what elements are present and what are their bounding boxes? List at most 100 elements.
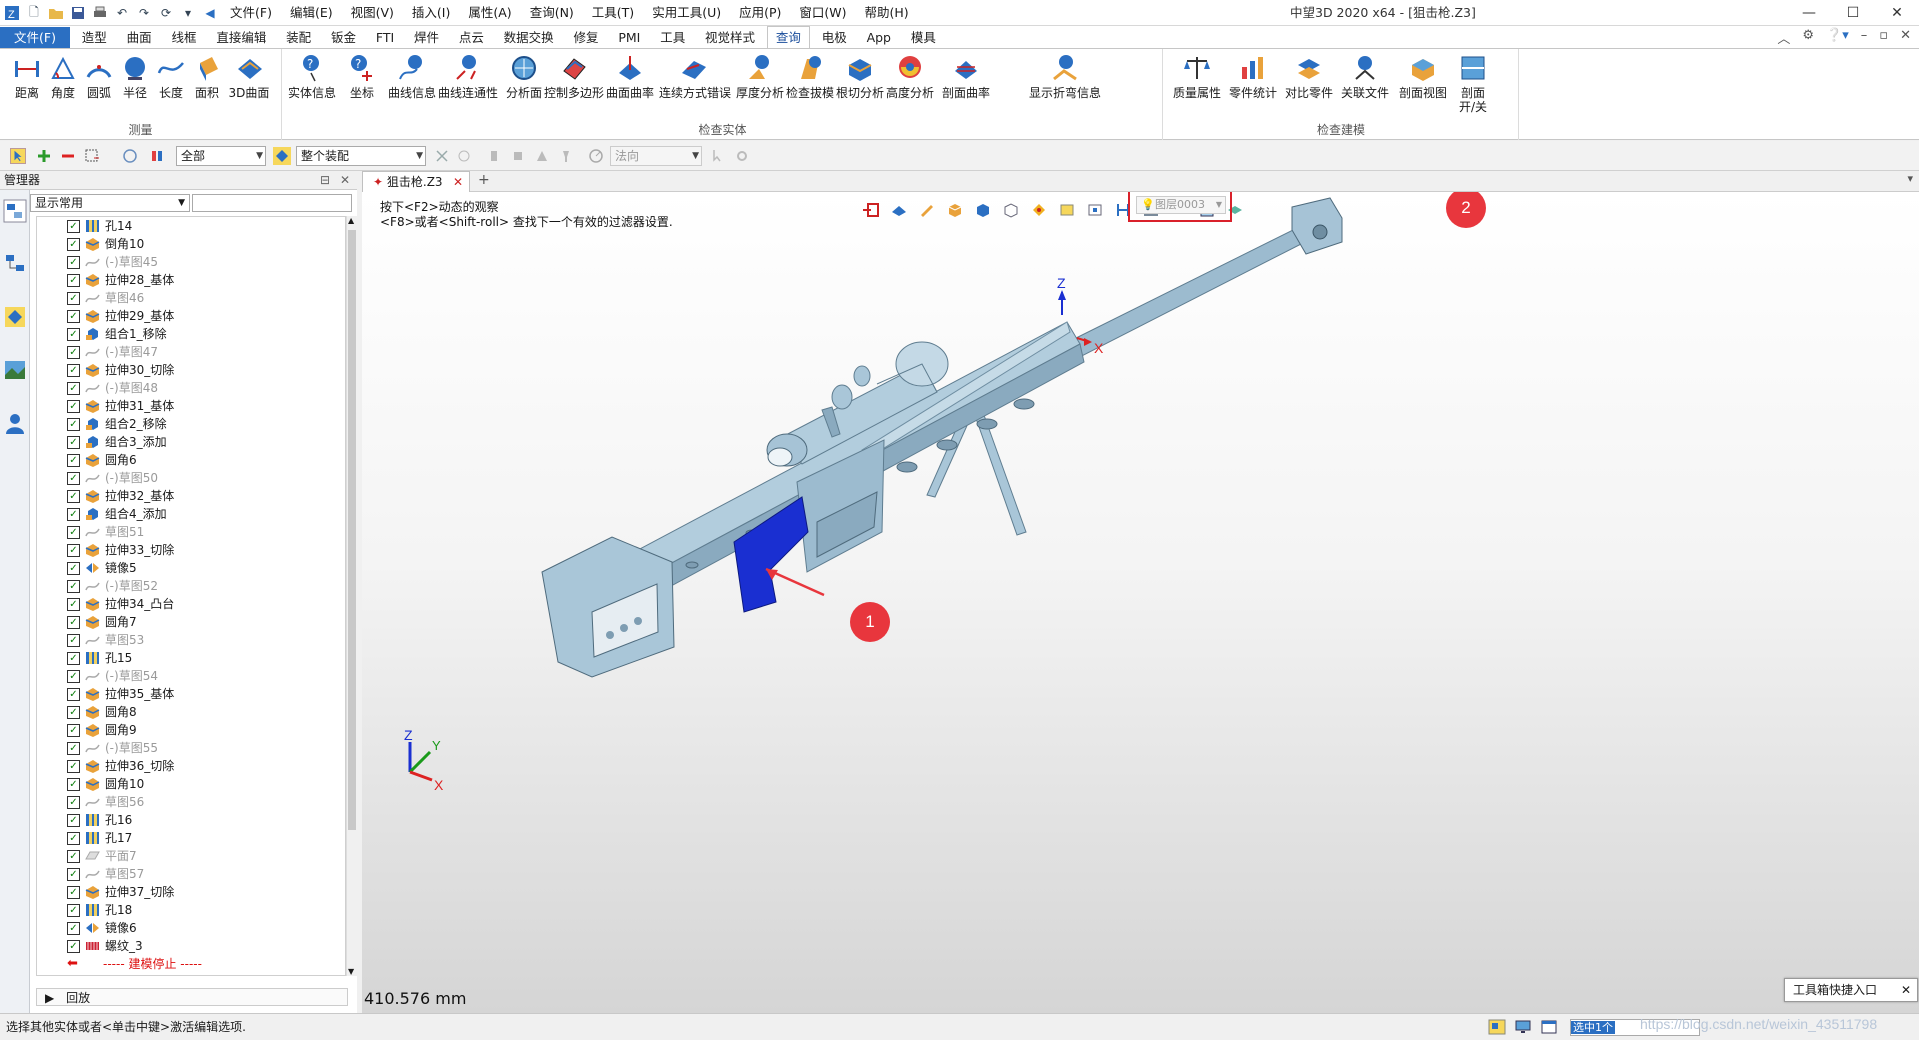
parts-library-icon[interactable] — [2, 304, 28, 330]
modeling-stop-marker[interactable]: ⬅ ----- 建模停止 ----- — [37, 955, 345, 973]
status-toggle-icon[interactable] — [1488, 1019, 1506, 1035]
mass-properties-button[interactable]: 质量属性 — [1172, 51, 1222, 121]
new-file-icon[interactable]: 🗋 — [26, 5, 42, 21]
visibility-checkbox[interactable]: ✓ — [67, 616, 80, 629]
visibility-checkbox[interactable]: ✓ — [67, 382, 80, 395]
tree-item[interactable]: ✓ (-)草图50 — [37, 469, 345, 487]
back-arrow-icon[interactable]: ◀ — [202, 5, 218, 21]
tree-item[interactable]: ✓ 草图53 — [37, 631, 345, 649]
tree-item[interactable]: ✓ 组合2_移除 — [37, 415, 345, 433]
tree-item[interactable]: ✓ 平面7 — [37, 847, 345, 865]
tree-item[interactable]: ✓ 草图56 — [37, 793, 345, 811]
close-doc-icon[interactable]: ✕ — [1900, 28, 1911, 47]
tree-item[interactable]: ✓ 组合3_添加 — [37, 433, 345, 451]
tree-item[interactable]: ✓ (-)草图55 — [37, 739, 345, 757]
close-tab-icon[interactable]: ✕ — [453, 172, 463, 192]
tree-item[interactable]: ✓ 拉伸34_凸台 — [37, 595, 345, 613]
history-manager-icon[interactable] — [2, 198, 28, 224]
tree-item[interactable]: ✓ 组合1_移除 — [37, 325, 345, 343]
tree-scrollbar[interactable]: ▲ ▼ — [346, 216, 357, 976]
menu-edit[interactable]: 编辑(E) — [284, 0, 339, 26]
visibility-checkbox[interactable]: ✓ — [67, 580, 80, 593]
visibility-checkbox[interactable]: ✓ — [67, 436, 80, 449]
tab-direct-edit[interactable]: 直接编辑 — [208, 27, 274, 49]
minimize-button[interactable]: — — [1787, 0, 1831, 26]
visibility-checkbox[interactable]: ✓ — [67, 544, 80, 557]
visibility-checkbox[interactable]: ✓ — [67, 238, 80, 251]
restore-doc-icon[interactable]: ▫ — [1879, 28, 1888, 47]
menu-apply[interactable]: 应用(P) — [733, 0, 787, 26]
filter-combo[interactable]: 全部 ▼ — [176, 146, 266, 166]
control-polygon-button[interactable]: 控制多边形 — [544, 51, 604, 121]
visibility-checkbox[interactable]: ✓ — [67, 400, 80, 413]
section-view-button[interactable]: 剖面视图 — [1398, 51, 1448, 121]
visibility-checkbox[interactable]: ✓ — [67, 346, 80, 359]
assembly-scope-icon[interactable] — [272, 146, 292, 166]
app-logo-icon[interactable]: Z — [4, 5, 20, 21]
visibility-checkbox[interactable]: ✓ — [67, 850, 80, 863]
associated-files-button[interactable]: 关联文件 — [1340, 51, 1390, 121]
rollback-section[interactable]: ▶ 回放 — [36, 988, 348, 1006]
visibility-checkbox[interactable]: ✓ — [67, 832, 80, 845]
tree-item[interactable]: ✓ 拉伸28_基体 — [37, 271, 345, 289]
tab-list-icon[interactable]: ▾ — [1907, 172, 1913, 185]
tree-item[interactable]: ✓ 拉伸36_切除 — [37, 757, 345, 775]
box-select-icon[interactable] — [84, 148, 100, 164]
pick-icon[interactable] — [434, 148, 450, 164]
tab-wireframe[interactable]: 线框 — [163, 27, 204, 49]
menu-query[interactable]: 查询(N) — [524, 0, 580, 26]
visibility-checkbox[interactable]: ✓ — [67, 454, 80, 467]
visibility-checkbox[interactable]: ✓ — [67, 706, 80, 719]
maximize-button[interactable]: ☐ — [1831, 0, 1875, 26]
tree-item[interactable]: ✓ 拉伸37_切除 — [37, 883, 345, 901]
visibility-checkbox[interactable]: ✓ — [67, 562, 80, 575]
menu-file[interactable]: 文件(F) — [224, 0, 278, 26]
rifle-model[interactable]: Z X Z Y X — [362, 192, 1919, 1013]
add-icon[interactable] — [36, 148, 52, 164]
tree-item[interactable]: ✓ 拉伸35_基体 — [37, 685, 345, 703]
undo-icon[interactable]: ↶ — [114, 5, 130, 21]
tab-app[interactable]: App — [859, 27, 899, 49]
visibility-checkbox[interactable]: ✓ — [67, 490, 80, 503]
visibility-checkbox[interactable]: ✓ — [67, 652, 80, 665]
menu-insert[interactable]: 插入(I) — [406, 0, 456, 26]
visibility-checkbox[interactable]: ✓ — [67, 670, 80, 683]
visibility-checkbox[interactable]: ✓ — [67, 796, 80, 809]
visibility-checkbox[interactable]: ✓ — [67, 742, 80, 755]
scroll-down-icon[interactable]: ▼ — [348, 967, 354, 976]
visibility-checkbox[interactable]: ✓ — [67, 760, 80, 773]
tree-item[interactable]: ✓ 草图57 — [37, 865, 345, 883]
scroll-thumb[interactable] — [348, 230, 356, 830]
manager-search-input[interactable] — [192, 194, 352, 212]
tab-visual-style[interactable]: 视觉样式 — [697, 27, 763, 49]
tree-item[interactable]: ✓ 镜像6 — [37, 919, 345, 937]
visibility-checkbox[interactable]: ✓ — [67, 634, 80, 647]
dropdown-arrow-icon[interactable]: ▾ — [180, 5, 196, 21]
tree-item[interactable]: ✓ 孔17 — [37, 829, 345, 847]
measure-3d-surface-button[interactable]: 3D曲面 — [224, 51, 274, 121]
document-tab[interactable]: ✦ 狙击枪.Z3 ✕ — [362, 171, 470, 192]
visibility-checkbox[interactable]: ✓ — [67, 292, 80, 305]
remove-icon[interactable] — [60, 148, 76, 164]
tab-pmi[interactable]: PMI — [610, 27, 648, 49]
select-pointer-icon[interactable] — [10, 148, 26, 164]
assembly-scope-combo[interactable]: 整个装配 ▼ — [296, 146, 426, 166]
tree-item[interactable]: ✓ (-)草图47 — [37, 343, 345, 361]
monitor-icon[interactable] — [1514, 1019, 1532, 1035]
window-icon[interactable] — [1540, 1019, 1558, 1035]
filter-icon[interactable] — [150, 148, 166, 164]
visibility-checkbox[interactable]: ✓ — [67, 310, 80, 323]
visibility-checkbox[interactable]: ✓ — [67, 526, 80, 539]
visibility-checkbox[interactable]: ✓ — [67, 598, 80, 611]
tree-item[interactable]: ✓ 孔14 — [37, 217, 345, 235]
visibility-checkbox[interactable]: ✓ — [67, 256, 80, 269]
tree-item[interactable]: ✓ 孔15 — [37, 649, 345, 667]
tree-item[interactable]: ✓ 拉伸32_基体 — [37, 487, 345, 505]
section-curvature-button[interactable]: 剖面曲率 — [941, 51, 991, 121]
part-statistics-button[interactable]: 零件统计 — [1228, 51, 1278, 121]
tab-data-exchange[interactable]: 数据交换 — [496, 27, 562, 49]
tree-item[interactable]: ✓ 拉伸33_切除 — [37, 541, 345, 559]
tree-item[interactable]: ✓ 螺纹_3 — [37, 937, 345, 955]
visibility-checkbox[interactable]: ✓ — [67, 814, 80, 827]
new-tab-icon[interactable]: + — [478, 172, 490, 188]
